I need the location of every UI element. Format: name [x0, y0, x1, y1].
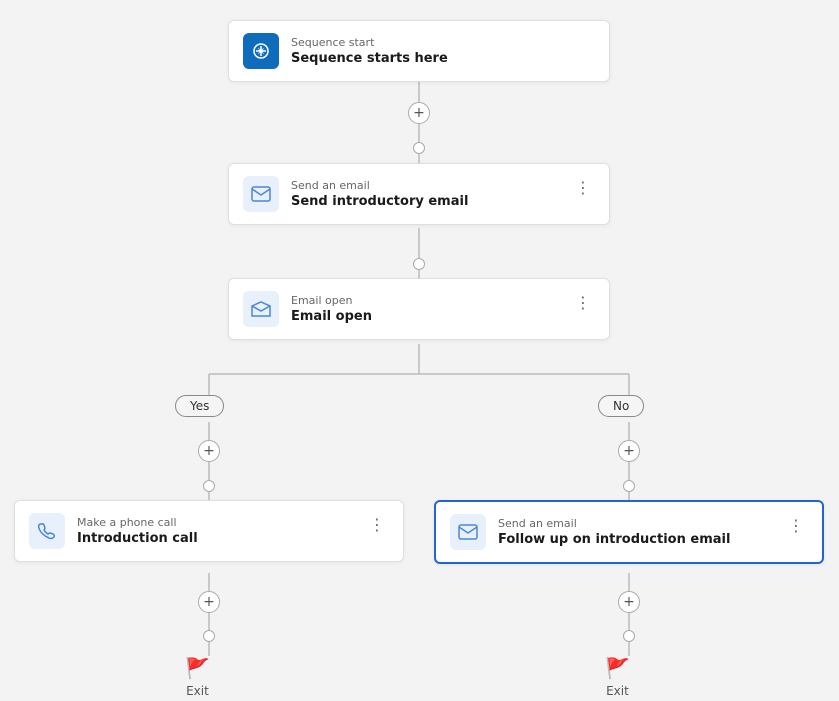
- sequence-start-title: Sequence starts here: [291, 51, 595, 66]
- phone-call-text: Make a phone call Introduction call: [77, 516, 353, 546]
- add-step-left[interactable]: +: [198, 440, 220, 462]
- follow-up-email-title: Follow up on introduction email: [498, 532, 772, 547]
- send-email-1-text: Send an email Send introductory email: [291, 179, 559, 209]
- exit-right: 🚩 Exit: [605, 656, 630, 698]
- sequence-start-card[interactable]: Sequence start Sequence starts here: [228, 20, 610, 82]
- add-step-1[interactable]: +: [408, 102, 430, 124]
- add-step-right-bottom[interactable]: +: [618, 591, 640, 613]
- send-email-1-icon: [243, 176, 279, 212]
- exit-right-label: Exit: [606, 684, 629, 698]
- email-open-icon: [243, 291, 279, 327]
- phone-call-label: Make a phone call: [77, 516, 353, 529]
- connector-right: [623, 480, 635, 492]
- email-open-text: Email open Email open: [291, 294, 559, 324]
- email-open-label: Email open: [291, 294, 559, 307]
- yes-branch-label: Yes: [175, 395, 224, 417]
- workflow-canvas: Sequence start Sequence starts here + Se…: [0, 0, 839, 701]
- follow-up-email-icon: [450, 514, 486, 550]
- sequence-start-label: Sequence start: [291, 36, 595, 49]
- email-open-menu[interactable]: ⋮: [571, 291, 595, 314]
- add-step-left-bottom[interactable]: +: [198, 591, 220, 613]
- no-branch-label: No: [598, 395, 644, 417]
- phone-call-title: Introduction call: [77, 531, 353, 546]
- send-email-1-title: Send introductory email: [291, 194, 559, 209]
- phone-call-menu[interactable]: ⋮: [365, 513, 389, 536]
- phone-call-card[interactable]: Make a phone call Introduction call ⋮: [14, 500, 404, 562]
- phone-call-icon: [29, 513, 65, 549]
- send-email-1-label: Send an email: [291, 179, 559, 192]
- connector-left-bottom: [203, 630, 215, 642]
- exit-left-label: Exit: [186, 684, 209, 698]
- connector-2: [413, 258, 425, 270]
- email-open-card[interactable]: Email open Email open ⋮: [228, 278, 610, 340]
- email-open-title: Email open: [291, 309, 559, 324]
- send-email-1-menu[interactable]: ⋮: [571, 176, 595, 199]
- follow-up-email-card[interactable]: Send an email Follow up on introduction …: [434, 500, 824, 564]
- follow-up-email-menu[interactable]: ⋮: [784, 514, 808, 537]
- connector-left: [203, 480, 215, 492]
- exit-left-flag: 🚩: [185, 656, 210, 680]
- follow-up-email-text: Send an email Follow up on introduction …: [498, 517, 772, 547]
- follow-up-email-label: Send an email: [498, 517, 772, 530]
- exit-left: 🚩 Exit: [185, 656, 210, 698]
- sequence-start-text: Sequence start Sequence starts here: [291, 36, 595, 66]
- exit-right-flag: 🚩: [605, 656, 630, 680]
- connector-1: [413, 142, 425, 154]
- send-email-1-card[interactable]: Send an email Send introductory email ⋮: [228, 163, 610, 225]
- connector-right-bottom: [623, 630, 635, 642]
- sequence-start-icon: [243, 33, 279, 69]
- add-step-right[interactable]: +: [618, 440, 640, 462]
